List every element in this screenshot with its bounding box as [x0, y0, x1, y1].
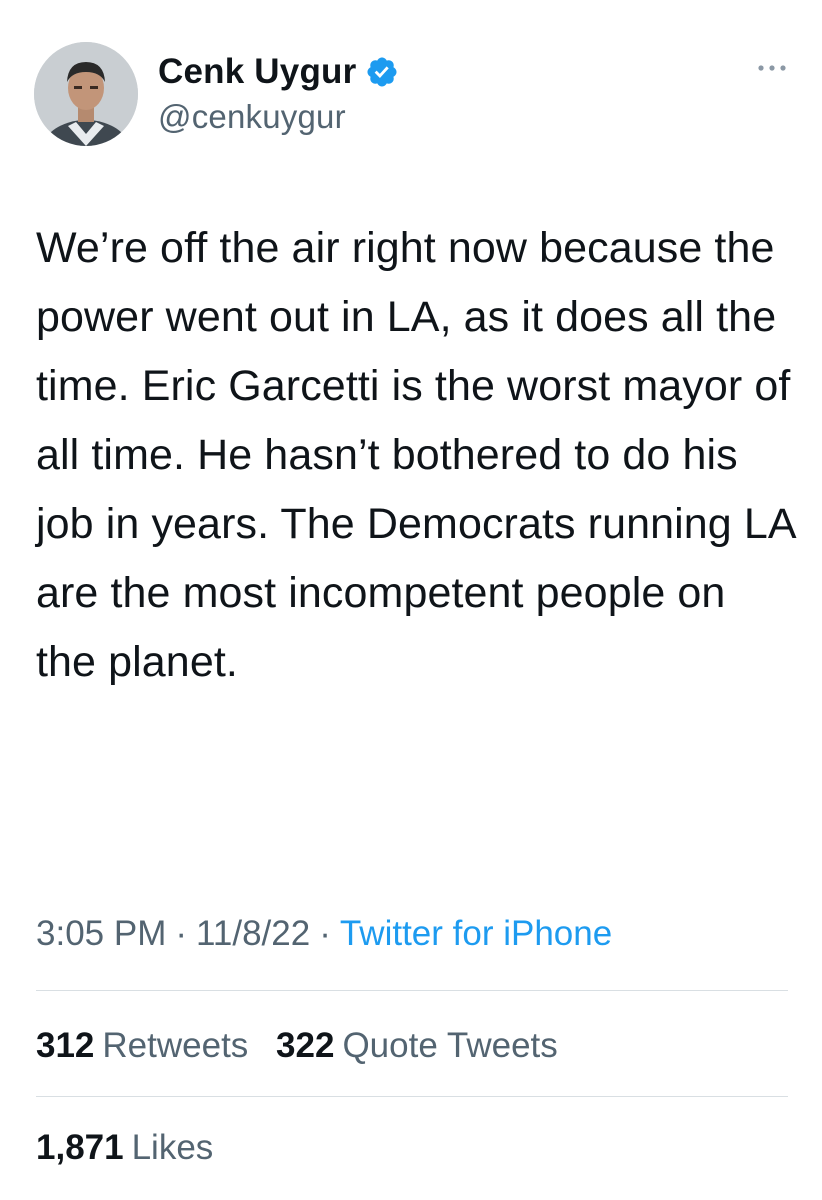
retweets-label: Retweets [102, 1026, 249, 1065]
display-name-row: Cenk Uygur [158, 52, 399, 92]
profile-photo-icon [34, 42, 138, 146]
divider [36, 1096, 788, 1097]
avatar[interactable] [34, 42, 138, 146]
meta-separator: · [175, 914, 188, 953]
tweet-meta: 3:05 PM · 11/8/22 · Twitter for iPhone [36, 908, 612, 960]
divider [36, 990, 788, 991]
display-name[interactable]: Cenk Uygur [158, 52, 356, 92]
tweet-time[interactable]: 3:05 PM [36, 914, 166, 953]
verified-badge-icon [365, 55, 399, 89]
likes-label: Likes [131, 1128, 214, 1167]
likes-stats: 1,871 Likes [36, 1122, 231, 1174]
retweets-count: 312 [36, 1026, 95, 1065]
user-handle[interactable]: @cenkuygur [158, 98, 399, 136]
tweet-text: We’re off the air right now because the … [36, 224, 795, 686]
engagement-stats: 312 Retweets 322 Quote Tweets [36, 1020, 576, 1072]
quote-tweets-label: Quote Tweets [342, 1026, 558, 1065]
likes-count: 1,871 [36, 1128, 124, 1167]
quote-tweets-stat[interactable]: 322 Quote Tweets [276, 1020, 558, 1072]
tweet-card: Cenk Uygur @cenkuygur We’re off the air … [0, 0, 822, 1200]
retweets-stat[interactable]: 312 Retweets [36, 1020, 248, 1072]
more-horizontal-icon[interactable] [754, 58, 790, 78]
author-block[interactable]: Cenk Uygur @cenkuygur [158, 52, 399, 136]
quote-tweets-count: 322 [276, 1026, 335, 1065]
meta-separator: · [319, 914, 331, 953]
likes-stat[interactable]: 1,871 Likes [36, 1122, 213, 1174]
tweet-source-link[interactable]: Twitter for iPhone [340, 914, 612, 953]
tweet-date[interactable]: 11/8/22 [196, 914, 310, 953]
